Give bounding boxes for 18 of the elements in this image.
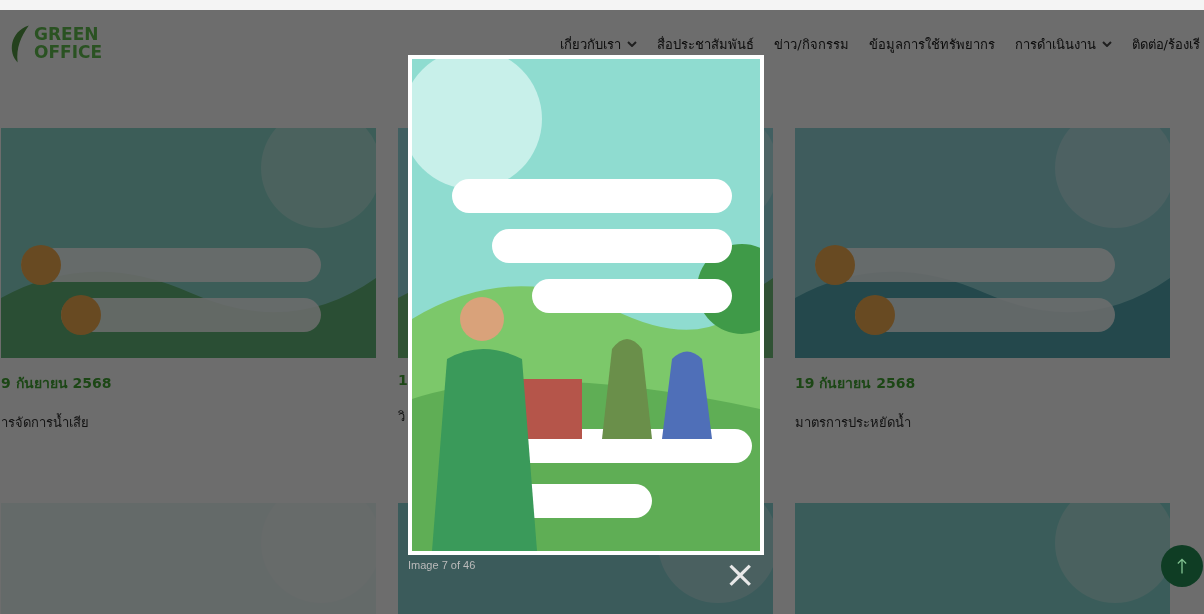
chevron-down-icon [627, 41, 638, 47]
scroll-top-button[interactable] [1161, 545, 1203, 587]
nav-link[interactable]: ข่าว/กิจกรรม [774, 33, 849, 55]
nav-link[interactable]: ติดต่อ/ร้องเรี [1131, 33, 1200, 55]
post-title[interactable]: มาตรการประหยัดน้ำ [795, 412, 1170, 433]
post-title[interactable]: ารจัดการน้ำเสีย [1, 412, 376, 433]
nav-link[interactable]: ข้อมูลการใช้ทรัพยากร [868, 33, 995, 55]
nav-link[interactable]: สื่อประชาสัมพันธ์ [657, 33, 755, 55]
chevron-down-icon [1101, 41, 1112, 47]
nav-link[interactable]: เกี่ยวกับเรา [560, 33, 638, 55]
close-button[interactable]: × [716, 559, 764, 589]
post-date: 9 กันยายน 2568 [1, 374, 113, 393]
arrow-up-icon [1177, 557, 1187, 575]
nav-link[interactable]: การดำเนินงาน [1014, 33, 1112, 55]
post-date: 1 [398, 372, 409, 388]
logo-text: GREEN OFFICE [34, 26, 102, 62]
image-counter: Image 7 of 46 [408, 559, 476, 571]
post-date: 19 กันยายน 2568 [795, 374, 917, 393]
